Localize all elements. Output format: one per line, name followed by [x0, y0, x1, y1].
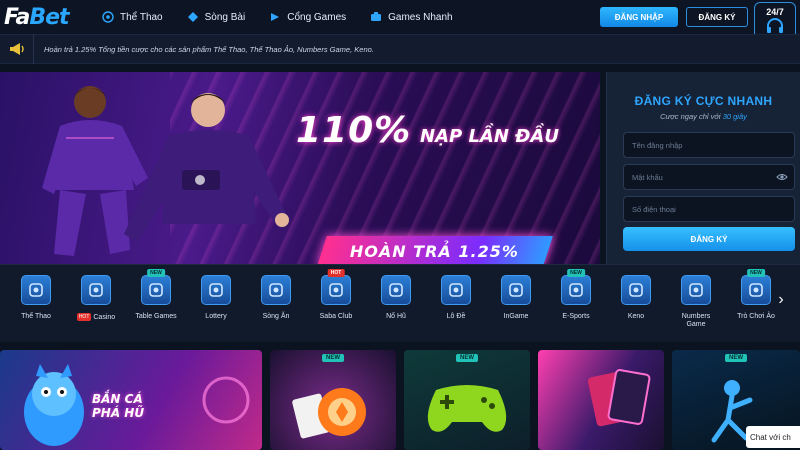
page: FaBet Thể Thao Sòng Bài Cổng Games Games… — [0, 0, 800, 450]
game-tiles: BẮN CÁ PHÁ HŨ NEW NEW NEW — [0, 350, 800, 450]
category-icon — [381, 275, 411, 305]
cards-icon — [187, 11, 199, 23]
category-item[interactable]: HOT Saba Club — [306, 265, 366, 343]
new-badge: NEW — [456, 354, 478, 362]
category-label: Lô Đề — [446, 313, 466, 320]
nav-item-games-nhanh[interactable]: Games Nhanh — [358, 0, 464, 34]
soccer-ball-icon — [102, 11, 114, 23]
nav-label: Games Nhanh — [388, 11, 453, 23]
category-icon — [81, 275, 111, 305]
gamepad-icon — [427, 385, 507, 432]
cashback-ribbon: HOÀN TRẢ 1.25% — [317, 236, 553, 264]
category-icon: NEW — [741, 269, 771, 305]
neon-decor — [202, 376, 250, 424]
new-badge: NEW — [567, 269, 585, 277]
phone-field[interactable]: Số điện thoại — [623, 196, 795, 222]
category-icon: HOT — [321, 269, 351, 305]
category-label: InGame — [503, 313, 529, 320]
category-label: Sòng Ăn — [262, 313, 290, 320]
nav-label: Cổng Games — [287, 11, 347, 23]
category-item[interactable]: Keno — [606, 265, 666, 343]
promo-headline-sub: NẠP LẦN ĐẦU — [420, 126, 559, 147]
category-item[interactable]: Lô Đề — [426, 265, 486, 343]
hot-badge: HOT — [327, 269, 345, 277]
category-item[interactable]: NEW E-Sports — [546, 265, 606, 343]
register-subtitle: Cược ngay chỉ với 30 giây — [660, 112, 747, 121]
game-tile-esports[interactable]: NEW — [404, 350, 530, 450]
eye-icon[interactable] — [776, 173, 788, 183]
cashback-text: HOÀN TRẢ 1.25% — [350, 241, 520, 261]
category-label: Lottery — [205, 313, 227, 320]
megaphone-icon — [0, 34, 34, 64]
login-button[interactable]: ĐĂNG NHẬP — [600, 7, 678, 27]
quick-register-panel: ĐĂNG KÝ CỰC NHANH Cược ngay chỉ với 30 g… — [606, 72, 800, 264]
logo[interactable]: FaBet — [4, 5, 90, 30]
category-item[interactable]: InGame — [486, 265, 546, 343]
category-icon: NEW — [141, 269, 171, 305]
register-title: ĐĂNG KÝ CỰC NHANH — [634, 94, 773, 108]
category-label: E-Sports — [562, 313, 590, 320]
nav-label: Thể Thao — [120, 11, 163, 23]
game-tile-table[interactable] — [538, 350, 664, 450]
header: FaBet Thể Thao Sòng Bài Cổng Games Games… — [0, 0, 800, 44]
support-label: 24/7 — [766, 7, 784, 17]
nav-label: Sòng Bài — [204, 11, 246, 23]
category-icon — [681, 275, 711, 305]
category-icon — [21, 275, 51, 305]
category-icon — [621, 275, 651, 305]
category-label: Numbers Game — [681, 313, 711, 328]
game-tile-casino[interactable]: NEW — [270, 350, 396, 450]
category-label: Nổ Hũ — [386, 313, 406, 320]
chevron-right-icon[interactable]: › — [772, 287, 790, 313]
category-item[interactable]: Nổ Hũ — [366, 265, 426, 343]
category-icon — [261, 275, 291, 305]
category-label: Trò Chơi Ảo — [737, 313, 775, 320]
gamepad-icon — [269, 11, 281, 23]
new-badge: NEW — [147, 269, 165, 277]
register-button[interactable]: ĐĂNG KÝ — [686, 7, 748, 27]
category-item[interactable]: Numbers Game — [666, 265, 726, 343]
game-tile-fish[interactable]: BẮN CÁ PHÁ HŨ — [0, 350, 262, 450]
register-submit-button[interactable]: ĐĂNG KÝ — [623, 227, 795, 251]
category-item[interactable]: Thể Thao — [6, 265, 66, 343]
nav-item-cong-games[interactable]: Cổng Games — [257, 0, 358, 34]
category-item[interactable]: HOT Casino — [66, 265, 126, 343]
category-label: HOT Casino — [76, 313, 116, 321]
category-label: Thể Thao — [21, 313, 51, 320]
promo-banner[interactable]: 110% NẠP LẦN ĐẦU HOÀN TRẢ 1.25% — [0, 72, 600, 264]
poker-chips-icon — [292, 388, 366, 439]
category-icon — [441, 275, 471, 305]
category-item[interactable]: Sòng Ăn — [246, 265, 306, 343]
promo-headline: 110% — [296, 110, 412, 151]
chat-widget[interactable]: Chat với ch — [746, 426, 800, 448]
password-field[interactable]: Mật khẩu — [623, 164, 795, 190]
nav-item-the-thao[interactable]: Thể Thao — [90, 0, 175, 34]
category-icon — [201, 275, 231, 305]
category-item[interactable]: Lottery — [186, 265, 246, 343]
category-label: Keno — [627, 313, 645, 320]
lightning-icon — [370, 11, 382, 23]
player-illustration — [124, 93, 289, 242]
category-item[interactable]: NEW Table Games — [126, 265, 186, 343]
main-nav: Thể Thao Sòng Bài Cổng Games Games Nhanh — [90, 0, 465, 34]
announcement-text: Hoàn trả 1.25% Tổng tiền cược cho các sả… — [44, 44, 374, 54]
announcement-bar: Hoàn trả 1.25% Tổng tiền cược cho các sả… — [0, 34, 800, 64]
category-bar: Thể Thao HOT Casino NEW Table Games Lottery Sò… — [0, 264, 800, 342]
new-badge: NEW — [747, 269, 765, 277]
category-label: Saba Club — [319, 313, 353, 320]
playing-cards-icon — [587, 369, 651, 427]
fish-game-title: BẮN CÁ PHÁ HŨ — [92, 392, 145, 420]
nav-item-song-bai[interactable]: Sòng Bài — [175, 0, 258, 34]
category-icon: NEW — [561, 269, 591, 305]
new-badge: NEW — [322, 354, 344, 362]
category-icon — [501, 275, 531, 305]
hot-badge: HOT — [76, 313, 92, 321]
new-badge: NEW — [725, 354, 747, 362]
category-label: Table Games — [135, 313, 177, 320]
username-field[interactable]: Tên đăng nhập — [623, 132, 795, 158]
